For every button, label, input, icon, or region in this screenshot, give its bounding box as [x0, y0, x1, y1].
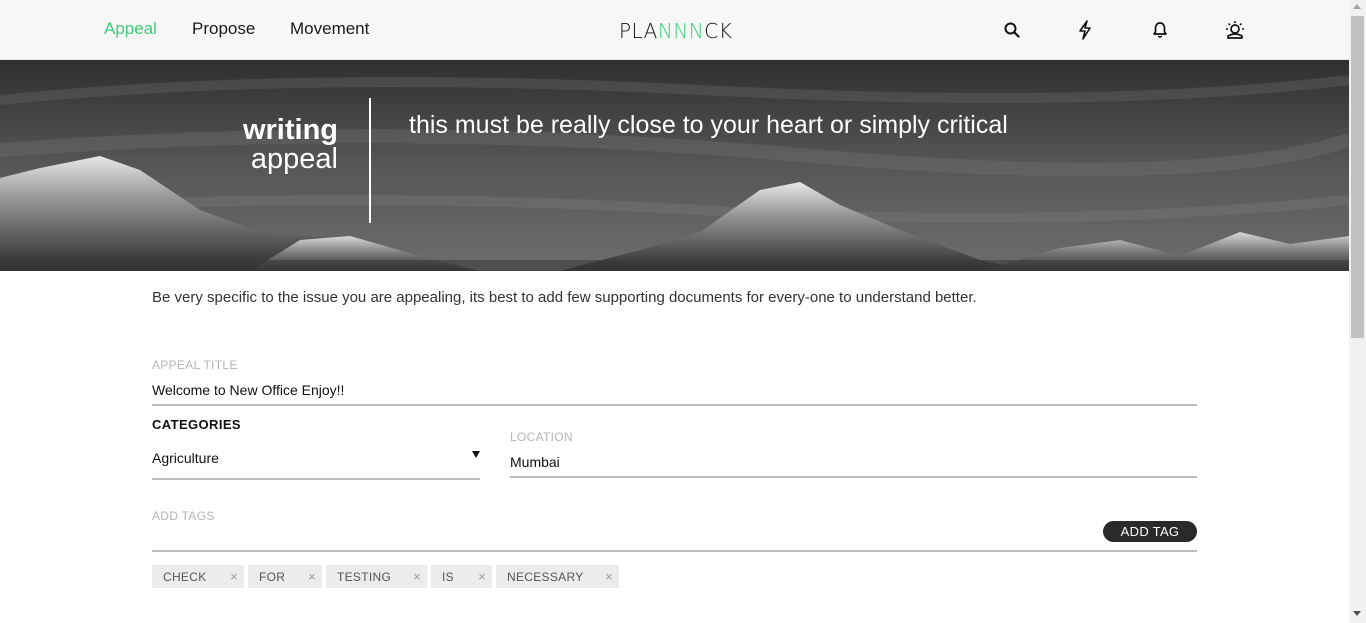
logo-text-left: PLA	[619, 19, 658, 43]
form-intro-text: Be very specific to the issue you are ap…	[152, 289, 977, 306]
hero-banner: writing appeal this must be really close…	[0, 60, 1349, 271]
nav-movement-link[interactable]: Movement	[290, 19, 369, 39]
tag-label: CHECK	[163, 569, 207, 584]
bell-icon[interactable]	[1149, 19, 1171, 41]
close-icon[interactable]: ×	[308, 569, 316, 584]
close-icon[interactable]: ×	[478, 569, 486, 584]
categories-select[interactable]: Agriculture	[152, 450, 219, 466]
location-underline	[510, 476, 1197, 478]
hero-title: writing appeal	[200, 116, 338, 174]
hero-subtitle: this must be really close to your heart …	[409, 111, 1008, 139]
location-label: LOCATION	[510, 430, 573, 444]
tag-chip: TESTING ×	[326, 565, 427, 588]
hero-title-line1: writing	[242, 114, 338, 146]
appeal-title-label: APPEAL TITLE	[152, 358, 238, 372]
categories-label: CATEGORIES	[152, 417, 241, 432]
tag-label: TESTING	[337, 569, 392, 584]
tag-label: IS	[442, 569, 454, 584]
scroll-down-arrow-icon[interactable]	[1353, 611, 1361, 616]
hero-title-line2: appeal	[250, 143, 338, 175]
chevron-down-icon[interactable]	[472, 451, 480, 458]
brand-logo[interactable]: PLA NNN CK	[619, 19, 733, 43]
tag-chip: CHECK ×	[152, 565, 244, 588]
tag-chip: IS ×	[431, 565, 492, 588]
scrollbar-thumb[interactable]	[1351, 16, 1364, 338]
nav-propose-link[interactable]: Propose	[192, 19, 255, 39]
hero-divider	[369, 98, 371, 223]
search-icon[interactable]	[1001, 19, 1023, 41]
location-input[interactable]: Mumbai	[510, 454, 560, 470]
add-tags-label: ADD TAGS	[152, 509, 215, 523]
scroll-up-arrow-icon[interactable]	[1353, 4, 1361, 9]
tag-chip: FOR ×	[248, 565, 322, 588]
tag-chip: NECESSARY ×	[496, 565, 619, 588]
top-navbar: Appeal Propose Movement PLA NNN CK	[0, 0, 1349, 60]
logo-text-mid: NNN	[657, 19, 705, 43]
tag-label: FOR	[259, 569, 286, 584]
user-icon[interactable]	[1224, 19, 1246, 41]
categories-underline	[152, 478, 480, 480]
appeal-title-underline	[152, 404, 1197, 406]
add-tag-button[interactable]: ADD TAG	[1103, 521, 1197, 542]
add-tags-underline	[152, 550, 1197, 552]
vertical-scrollbar[interactable]	[1349, 0, 1366, 623]
tag-label: NECESSARY	[507, 569, 584, 584]
appeal-title-input[interactable]: Welcome to New Office Enjoy!!	[152, 382, 344, 398]
close-icon[interactable]: ×	[413, 569, 421, 584]
flash-icon[interactable]	[1074, 19, 1096, 41]
nav-appeal-link[interactable]: Appeal	[104, 19, 157, 39]
logo-text-right: CK	[704, 19, 733, 43]
close-icon[interactable]: ×	[230, 569, 238, 584]
close-icon[interactable]: ×	[605, 569, 613, 584]
